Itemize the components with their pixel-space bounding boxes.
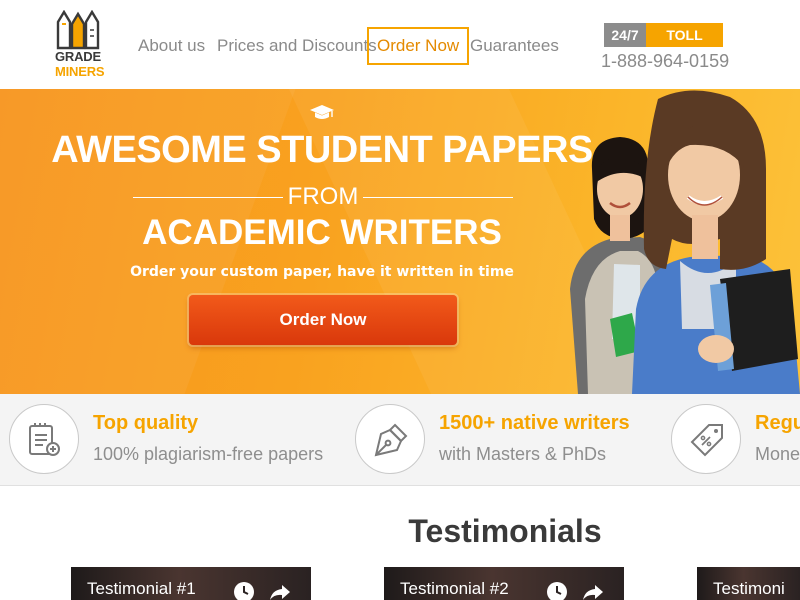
nav-about-us[interactable]: About us xyxy=(138,27,205,65)
nav-order-now-button[interactable]: Order Now xyxy=(367,27,470,65)
feature-icon-circle xyxy=(671,404,741,474)
share-icon[interactable] xyxy=(269,581,291,600)
video-title: Testimonial #1 xyxy=(87,579,196,598)
video-title: Testimoni xyxy=(713,579,785,598)
feature-top-quality: Top quality 100% plagiarism-free papers xyxy=(9,394,329,485)
price-tag-icon xyxy=(690,424,723,457)
testimonial-video-1[interactable]: Testimonial #1 xyxy=(71,567,311,600)
feature-native-writers: 1500+ native writers with Masters & PhDs xyxy=(355,394,665,485)
nav-guarantees[interactable]: Guarantees xyxy=(470,27,559,65)
feature-desc: 100% plagiarism-free papers xyxy=(93,444,324,464)
clock-icon[interactable] xyxy=(233,581,255,600)
document-check-icon xyxy=(29,423,60,456)
hero-order-now-button[interactable]: Order Now xyxy=(189,295,457,345)
testimonial-video-3[interactable]: Testimoni xyxy=(697,567,800,600)
phone-number-link[interactable]: 1-888-964-0159 xyxy=(601,51,731,72)
badge-toll-free: TOLL FREE xyxy=(646,23,723,67)
video-title: Testimonial #2 xyxy=(400,579,509,598)
hero-banner: AWESOME STUDENT PAPERS FROM ACADEMIC WRI… xyxy=(0,89,800,394)
pen-nib-icon xyxy=(374,423,408,457)
feature-title: 1500+ native writers xyxy=(439,412,630,434)
site-header: GRADE MINERS About us Prices and Discoun… xyxy=(0,0,800,89)
feature-icon-circle xyxy=(9,404,79,474)
clock-icon[interactable] xyxy=(546,581,568,600)
hero-title-from: FROM xyxy=(287,183,359,210)
logo-text-miners: MINERS xyxy=(55,64,105,79)
feature-regular: Regul Money xyxy=(671,394,800,485)
hero-from-row: FROM xyxy=(133,185,513,209)
graduation-cap-icon xyxy=(310,105,334,119)
feature-desc: with Masters & PhDs xyxy=(439,444,607,464)
share-icon[interactable] xyxy=(582,581,604,600)
feature-icon-circle xyxy=(355,404,425,474)
features-bar: Top quality 100% plagiarism-free papers … xyxy=(0,394,800,486)
students-photo xyxy=(570,90,800,394)
pencils-logo-icon xyxy=(56,9,100,50)
badge-24-7: 24/7 xyxy=(604,23,646,47)
logo-text-grade: GRADE xyxy=(55,49,101,64)
feature-desc: Money xyxy=(755,444,800,464)
testimonial-video-2[interactable]: Testimonial #2 xyxy=(384,567,624,600)
nav-prices-and-discounts[interactable]: Prices and Discounts xyxy=(217,27,377,65)
feature-title: Regul xyxy=(755,412,800,434)
logo[interactable]: GRADE MINERS xyxy=(50,9,106,82)
feature-title: Top quality xyxy=(93,412,199,434)
testimonials-heading: Testimonials xyxy=(408,513,602,549)
